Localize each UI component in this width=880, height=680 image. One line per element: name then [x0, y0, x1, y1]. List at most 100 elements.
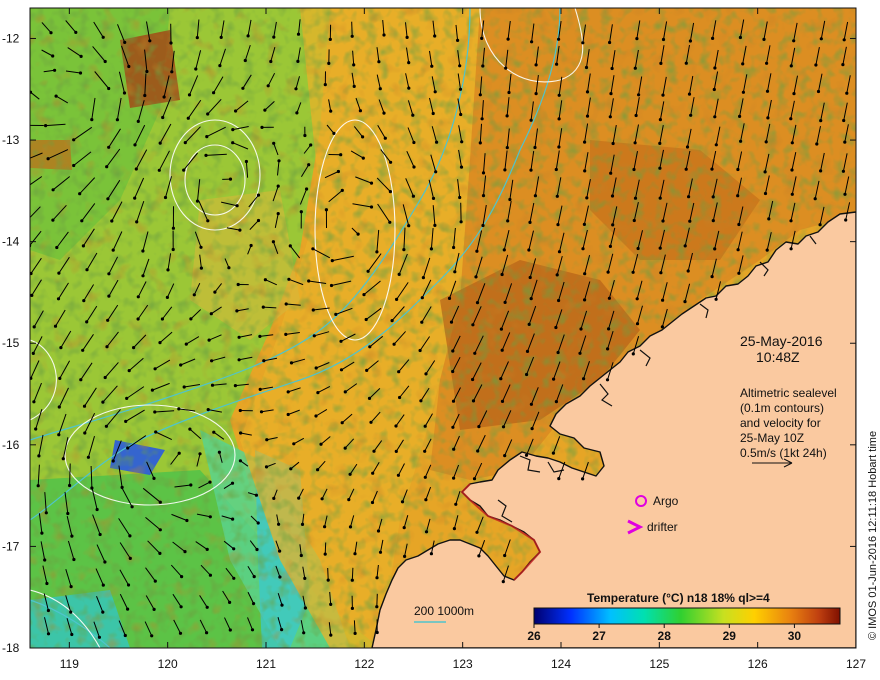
velocity-arrow-head [634, 113, 638, 118]
velocity-arrow-head [843, 140, 847, 144]
colorbar-tick-label: 28 [658, 629, 672, 643]
velocity-arrow-head [606, 270, 610, 274]
velocity-arrow-head [158, 141, 162, 145]
velocity-arrow-head [122, 91, 127, 95]
velocity-arrow [353, 620, 356, 634]
velocity-arrow-head [136, 295, 140, 299]
velocity-arrow-head [259, 410, 264, 414]
velocity-arrow-head [610, 66, 614, 71]
velocity-arrow-head [165, 295, 169, 299]
velocity-arrow-head [303, 133, 307, 138]
velocity-arrow-head [499, 327, 503, 331]
velocity-arrow-head [554, 325, 558, 330]
velocity-arrow-head [323, 525, 327, 529]
velocity-arrow-head [369, 205, 374, 209]
velocity-arrow-head [658, 141, 662, 145]
velocity-arrow-head [187, 93, 192, 97]
velocity-arrow-head [70, 632, 74, 637]
velocity-arrow-head [302, 631, 306, 635]
velocity-arrow-head [207, 338, 211, 342]
velocity-arrow-head [208, 515, 212, 519]
velocity-arrow-head [658, 196, 662, 200]
velocity-arrow-head [527, 322, 531, 326]
velocity-arrow-head [713, 115, 717, 119]
argo-label: Argo [653, 494, 679, 508]
velocity-arrow-head [451, 399, 456, 403]
velocity-arrow-head [633, 141, 637, 145]
velocity-arrow-head [85, 268, 89, 272]
velocity-arrow-head [101, 583, 105, 587]
velocity-arrow-head [375, 630, 379, 635]
velocity-arrow-head [397, 370, 401, 374]
velocity-arrow-head [305, 187, 309, 191]
velocity-arrow-head [419, 399, 423, 403]
velocity-arrow-head [584, 65, 589, 70]
velocity-arrow-head [841, 63, 845, 67]
velocity-arrow-head [452, 447, 456, 451]
velocity-arrow-head [481, 64, 485, 68]
velocity-arrow-head [209, 312, 213, 316]
velocity-arrow-head [481, 194, 486, 198]
velocity-arrow-head [637, 93, 641, 97]
velocity-arrow-head [307, 279, 311, 283]
x-tick-label: 124 [551, 657, 571, 671]
velocity-arrow-head [557, 145, 561, 149]
velocity-arrow-head [53, 324, 58, 328]
velocity-arrow-head [97, 635, 101, 639]
velocity-arrow-head [161, 115, 165, 120]
x-tick-label: 119 [60, 657, 79, 671]
velocity-arrow-head [55, 245, 59, 250]
velocity-arrow-head [182, 168, 186, 172]
velocity-arrow-head [411, 113, 415, 117]
velocity-arrow-head [529, 297, 533, 301]
velocity-arrow-head [307, 163, 311, 167]
velocity-arrow-head [205, 631, 209, 635]
velocity-arrow-head [252, 602, 256, 606]
velocity-arrow-head [272, 496, 276, 500]
velocity-arrow-head [90, 118, 94, 122]
x-tick-label: 122 [354, 657, 374, 671]
bathymetry-key-label: 200 1000m [414, 604, 474, 618]
velocity-arrow-head [218, 64, 222, 68]
velocity-arrow-head [261, 305, 265, 309]
velocity-arrow-head [246, 34, 250, 38]
velocity-arrow-head [478, 141, 482, 145]
velocity-arrow-head [431, 111, 435, 116]
velocity-arrow-head [504, 66, 508, 70]
velocity-arrow-head [456, 38, 460, 43]
velocity-arrow-head [43, 558, 47, 562]
velocity-arrow-head [228, 628, 232, 632]
velocity-arrow-head [329, 283, 334, 288]
velocity-arrow-head [182, 385, 186, 389]
velocity-arrow-head [299, 553, 303, 558]
velocity-arrow-head [713, 247, 717, 251]
velocity-arrow-head [433, 223, 437, 227]
velocity-arrow-head [608, 115, 612, 119]
velocity-arrow-head [762, 37, 766, 42]
velocity-arrow-head [533, 194, 538, 198]
velocity-arrow-head [412, 165, 416, 169]
x-tick-label: 120 [158, 657, 178, 671]
velocity-arrow-head [232, 576, 236, 580]
velocity-arrow-head [123, 40, 127, 45]
velocity-arrow-head [126, 583, 131, 587]
velocity-arrow-head [340, 188, 344, 192]
velocity-arrow-head [51, 54, 55, 58]
velocity-arrow-head [332, 131, 336, 135]
altimetry-line-2: (0.1m contours) [740, 401, 824, 415]
velocity-arrow-head [192, 293, 196, 297]
velocity-arrow-head [163, 195, 168, 200]
velocity-arrow-head [503, 454, 507, 458]
velocity-arrow-head [635, 37, 639, 41]
velocity-arrow-head [765, 61, 769, 65]
velocity-arrow-head [843, 192, 847, 196]
velocity-arrow-head [277, 522, 281, 526]
velocity-arrow-head [348, 472, 352, 476]
velocity-arrow-head [280, 628, 284, 632]
velocity-arrow-head [447, 296, 452, 300]
velocity-arrow-head [635, 297, 639, 301]
velocity-arrow-head [111, 459, 115, 463]
velocity-arrow-head [582, 222, 587, 226]
velocity-arrow-head [471, 377, 475, 382]
velocity-arrow-head [180, 575, 184, 579]
